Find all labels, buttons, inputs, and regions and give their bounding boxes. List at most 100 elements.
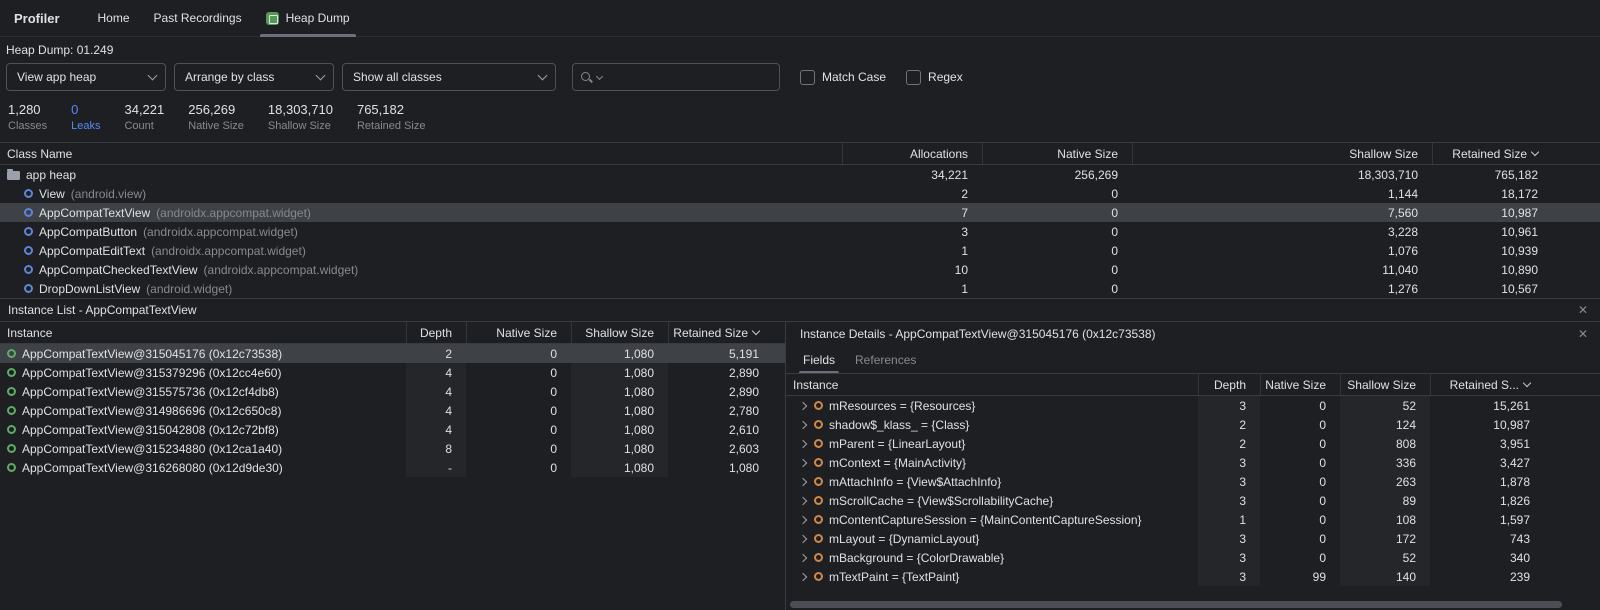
sort-desc-icon: [752, 327, 760, 335]
table-row[interactable]: AppCompatCheckedTextView(androidx.appcom…: [0, 260, 1600, 279]
expand-chevron-icon[interactable]: [799, 458, 807, 466]
col-allocations[interactable]: Allocations: [842, 143, 982, 164]
col-shallow-size[interactable]: Shallow Size: [1340, 374, 1430, 395]
table-row[interactable]: DropDownListView(android.widget) 1 0 1,2…: [0, 279, 1600, 298]
regex-checkbox[interactable]: [906, 70, 921, 85]
close-icon[interactable]: ✕: [1576, 326, 1590, 342]
table-row[interactable]: AppCompatButton(androidx.appcompat.widge…: [0, 222, 1600, 241]
instance-details-panel: Instance Details - AppCompatTextView@315…: [786, 322, 1600, 610]
match-case-option[interactable]: Match Case: [800, 70, 886, 85]
regex-option[interactable]: Regex: [906, 70, 963, 85]
search-box[interactable]: [572, 63, 780, 91]
class-icon: [24, 284, 33, 293]
expand-chevron-icon[interactable]: [799, 496, 807, 504]
close-icon[interactable]: ✕: [1576, 302, 1590, 318]
expand-chevron-icon[interactable]: [799, 439, 807, 447]
col-depth[interactable]: Depth: [1198, 374, 1260, 395]
instance-icon: [7, 406, 16, 415]
col-retained-size[interactable]: Retained S...: [1430, 374, 1600, 395]
tab-fields[interactable]: Fields: [794, 346, 844, 373]
tab-past-recordings-label: Past Recordings: [154, 11, 242, 25]
instance-details-bar: Instance Details - AppCompatTextView@315…: [786, 322, 1600, 346]
field-row[interactable]: mAttachInfo = {View$AttachInfo} 3 0 263 …: [786, 472, 1600, 491]
match-case-checkbox[interactable]: [800, 70, 815, 85]
col-native-size[interactable]: Native Size: [982, 143, 1132, 164]
fields-table-header: Instance Depth Native Size Shallow Size …: [786, 374, 1600, 396]
col-retained-size[interactable]: Retained Size: [668, 322, 785, 343]
stat-count-label: Count: [124, 120, 164, 132]
scrollbar-thumb[interactable]: [790, 601, 1562, 608]
chevron-down-icon: [316, 70, 326, 80]
instance-icon: [7, 463, 16, 472]
tab-heap-dump[interactable]: Heap Dump: [254, 0, 362, 36]
chevron-down-icon: [538, 70, 548, 80]
col-native-size[interactable]: Native Size: [1260, 374, 1340, 395]
col-retained-size[interactable]: Retained Size: [1432, 143, 1600, 164]
expand-chevron-icon[interactable]: [799, 572, 807, 580]
field-row[interactable]: mContext = {MainActivity} 3 0 336 3,427: [786, 453, 1600, 472]
arrangement-value: Arrange by class: [185, 70, 274, 84]
class-filter-select[interactable]: Show all classes: [342, 63, 556, 91]
field-row[interactable]: mParent = {LinearLayout} 2 0 808 3,951: [786, 434, 1600, 453]
instance-list-header: Instance Depth Native Size Shallow Size …: [0, 322, 785, 344]
field-row[interactable]: shadow$_klass_ = {Class} 2 0 124 10,987: [786, 415, 1600, 434]
table-row[interactable]: AppCompatEditText(androidx.appcompat.wid…: [0, 241, 1600, 260]
stat-shallow-size-label: Shallow Size: [268, 120, 333, 132]
instance-row-selected[interactable]: AppCompatTextView@315045176 (0x12c73538)…: [0, 344, 785, 363]
tab-references[interactable]: References: [846, 346, 925, 373]
field-row[interactable]: mBackground = {ColorDrawable} 3 0 52 340: [786, 548, 1600, 567]
instance-row[interactable]: AppCompatTextView@315379296 (0x12cc4e60)…: [0, 363, 785, 382]
table-row-selected[interactable]: AppCompatTextView(androidx.appcompat.wid…: [0, 203, 1600, 222]
regex-label: Regex: [928, 70, 963, 84]
sort-desc-icon: [1531, 148, 1539, 156]
stat-retained-size-value: 765,182: [357, 102, 426, 117]
expand-chevron-icon[interactable]: [799, 477, 807, 485]
instance-row[interactable]: AppCompatTextView@315575736 (0x12cf4db8)…: [0, 382, 785, 401]
tab-heap-dump-label: Heap Dump: [286, 11, 350, 25]
field-row[interactable]: mLayout = {DynamicLayout} 3 0 172 743: [786, 529, 1600, 548]
field-row[interactable]: mResources = {Resources} 3 0 52 15,261: [786, 396, 1600, 415]
col-shallow-size[interactable]: Shallow Size: [571, 322, 668, 343]
stat-classes-value: 1,280: [8, 102, 47, 117]
stat-leaks[interactable]: 0 Leaks: [71, 102, 100, 132]
horizontal-scrollbar[interactable]: [788, 601, 1566, 608]
arrangement-select[interactable]: Arrange by class: [174, 63, 334, 91]
heap-toolbar: View app heap Arrange by class Show all …: [0, 62, 1600, 99]
field-icon: [814, 496, 823, 505]
stat-shallow-size-value: 18,303,710: [268, 102, 333, 117]
chevron-down-icon: [148, 70, 158, 80]
instance-row[interactable]: AppCompatTextView@315234880 (0x12ca1a40)…: [0, 439, 785, 458]
expand-chevron-icon[interactable]: [799, 401, 807, 409]
stat-retained-size: 765,182 Retained Size: [357, 102, 426, 132]
col-native-size[interactable]: Native Size: [466, 322, 571, 343]
stat-count: 34,221 Count: [124, 102, 164, 132]
table-row[interactable]: View(android.view) 2 0 1,144 18,172: [0, 184, 1600, 203]
expand-chevron-icon[interactable]: [799, 420, 807, 428]
instance-row[interactable]: AppCompatTextView@314986696 (0x12c650c8)…: [0, 401, 785, 420]
expand-chevron-icon[interactable]: [799, 553, 807, 561]
table-row[interactable]: app heap 34,221 256,269 18,303,710 765,1…: [0, 165, 1600, 184]
class-icon: [24, 208, 33, 217]
field-row[interactable]: mContentCaptureSession = {MainContentCap…: [786, 510, 1600, 529]
instance-row[interactable]: AppCompatTextView@316268080 (0x12d9de30)…: [0, 458, 785, 477]
col-instance[interactable]: Instance: [786, 378, 1198, 392]
field-row[interactable]: mTextPaint = {TextPaint} 3 99 140 239: [786, 567, 1600, 586]
col-class-name[interactable]: Class Name: [0, 147, 842, 161]
instance-icon: [7, 368, 16, 377]
stat-leaks-value: 0: [71, 102, 100, 117]
col-instance[interactable]: Instance: [0, 326, 406, 340]
field-row[interactable]: mScrollCache = {View$ScrollabilityCache}…: [786, 491, 1600, 510]
col-shallow-size[interactable]: Shallow Size: [1132, 143, 1432, 164]
field-icon: [814, 439, 823, 448]
heap-scope-value: View app heap: [17, 70, 96, 84]
expand-chevron-icon[interactable]: [799, 534, 807, 542]
search-input[interactable]: [605, 69, 771, 85]
app-title: Profiler: [14, 11, 60, 26]
instance-row[interactable]: AppCompatTextView@315042808 (0x12c72bf8)…: [0, 420, 785, 439]
class-icon: [24, 265, 33, 274]
heap-scope-select[interactable]: View app heap: [6, 63, 166, 91]
col-depth[interactable]: Depth: [406, 322, 466, 343]
expand-chevron-icon[interactable]: [799, 515, 807, 523]
tab-past-recordings[interactable]: Past Recordings: [142, 0, 254, 36]
tab-home[interactable]: Home: [86, 0, 142, 36]
